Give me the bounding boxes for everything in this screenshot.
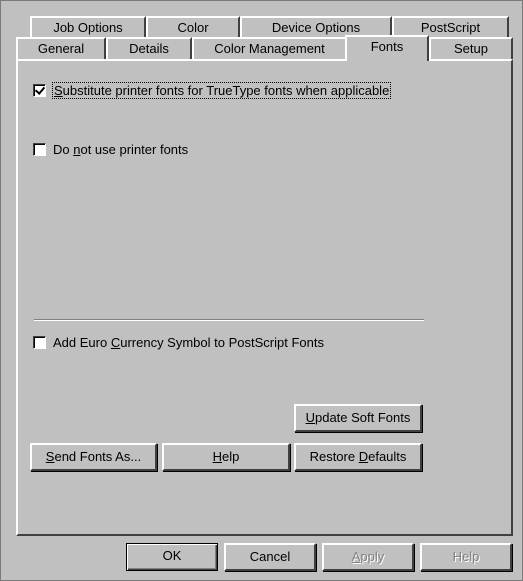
help-inner-button[interactable]: Help [162, 443, 290, 471]
euro-symbol-label: Add Euro Currency Symbol to PostScript F… [53, 335, 324, 350]
no-printer-fonts-checkbox[interactable] [33, 143, 46, 156]
help-button[interactable]: Help [420, 543, 512, 571]
substitute-fonts-option[interactable]: Substitute printer fonts for TrueType fo… [33, 82, 392, 99]
tab-job-options[interactable]: Job Options [30, 16, 146, 37]
cancel-button[interactable]: Cancel [224, 543, 316, 571]
tab-details[interactable]: Details [106, 37, 192, 59]
tab-fonts[interactable]: Fonts [345, 35, 429, 61]
tab-color[interactable]: Color [146, 16, 240, 37]
no-printer-fonts-option[interactable]: Do not use printer fonts [33, 142, 188, 157]
tab-postscript[interactable]: PostScript [392, 16, 509, 37]
apply-button[interactable]: Apply [322, 543, 414, 571]
update-soft-fonts-button[interactable]: Update Soft Fonts [294, 404, 422, 432]
no-printer-fonts-label: Do not use printer fonts [53, 142, 189, 157]
tab-setup[interactable]: Setup [429, 37, 513, 59]
substitute-fonts-checkbox[interactable] [33, 84, 46, 97]
separator [34, 319, 424, 321]
ok-button[interactable]: OK [126, 543, 218, 571]
tab-general[interactable]: General [16, 37, 106, 59]
euro-symbol-checkbox[interactable] [33, 336, 46, 349]
euro-symbol-option[interactable]: Add Euro Currency Symbol to PostScript F… [33, 335, 324, 350]
fonts-panel: Substitute printer fonts for TrueType fo… [16, 59, 513, 536]
substitute-fonts-label: Substitute printer fonts for TrueType fo… [51, 82, 392, 99]
printer-properties-dialog: Job Options Color Device Options PostScr… [0, 0, 523, 581]
send-fonts-as-button[interactable]: Send Fonts As... [30, 443, 157, 471]
tab-device-options[interactable]: Device Options [240, 16, 392, 37]
tab-color-management[interactable]: Color Management [192, 37, 347, 59]
restore-defaults-button[interactable]: Restore Defaults [294, 443, 422, 471]
